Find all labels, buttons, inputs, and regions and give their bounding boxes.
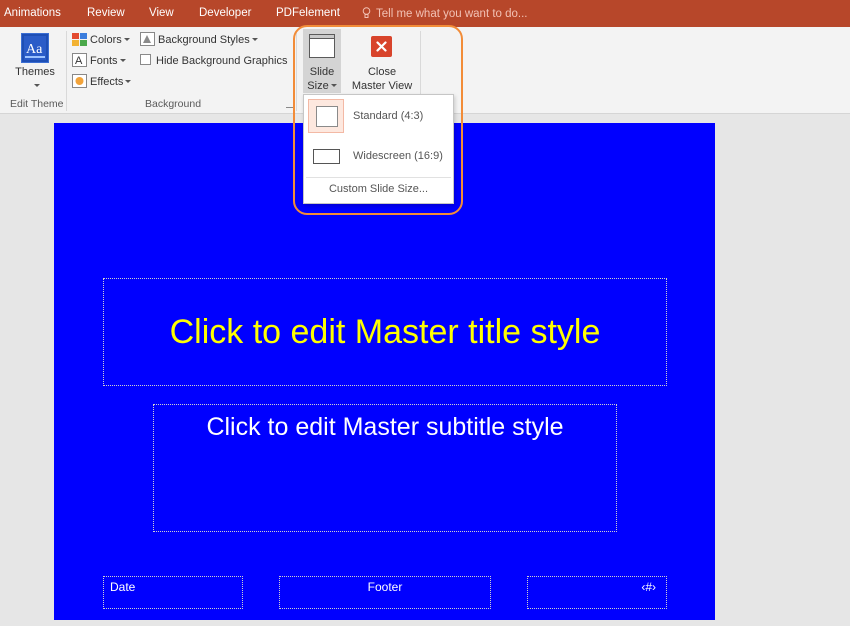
footer-placeholder-text: Footer <box>367 580 403 594</box>
tab-pdfelement[interactable]: PDFelement <box>276 7 340 19</box>
slide-size-dropdown-menu: Standard (4:3) Widescreen (16:9) Custom … <box>303 94 454 204</box>
fonts-icon: A <box>72 53 87 67</box>
slide-size-button[interactable]: Slide Size <box>303 29 341 93</box>
hide-background-graphics-label: Hide Background Graphics <box>156 55 288 67</box>
colors-label: Colors <box>90 34 122 46</box>
close-master-label-line1: Close <box>367 66 397 78</box>
chevron-down-icon <box>125 80 132 83</box>
lightbulb-icon <box>362 7 371 18</box>
svg-text:Aa: Aa <box>26 42 43 57</box>
background-styles-button[interactable]: Background Styles <box>140 32 258 48</box>
title-placeholder[interactable]: Click to edit Master title style <box>103 278 667 386</box>
title-placeholder-text: Click to edit Master title style <box>169 313 601 351</box>
themes-label: Themes <box>15 66 55 78</box>
colors-icon <box>72 33 87 46</box>
edit-theme-group-label: Edit Theme <box>10 98 64 110</box>
group-separator <box>296 31 297 111</box>
menu-separator <box>306 177 451 178</box>
subtitle-placeholder-text: Click to edit Master subtitle style <box>206 413 564 441</box>
themes-chevron-down-icon <box>34 84 40 87</box>
dialog-launcher-icon[interactable] <box>286 100 294 108</box>
close-master-view-button[interactable]: Close Master View <box>346 29 418 93</box>
date-placeholder-text: Date <box>110 580 136 594</box>
widescreen-label: Widescreen (16:9) <box>353 150 443 162</box>
hide-background-graphics-checkbox[interactable]: Hide Background Graphics <box>140 53 287 69</box>
standard-slide-icon <box>308 99 344 133</box>
slide-size-label-text: Size <box>307 80 329 92</box>
themes-button[interactable]: Aa Themes <box>6 29 64 93</box>
tell-me-text: Tell me what you want to do... <box>376 8 528 20</box>
effects-icon <box>72 74 87 88</box>
colors-button[interactable]: Colors <box>72 32 130 48</box>
svg-text:A: A <box>75 55 83 67</box>
fonts-button[interactable]: A Fonts <box>72 53 126 69</box>
tab-animations[interactable]: Animations <box>4 7 61 19</box>
chevron-down-icon <box>119 59 126 62</box>
slide-size-label-line2: Size <box>303 80 341 92</box>
ribbon-tab-bar: Animations Review View Developer PDFelem… <box>0 0 850 27</box>
slide-size-icon <box>309 34 335 58</box>
slide-number-placeholder[interactable]: ‹#› <box>527 576 667 609</box>
fonts-label: Fonts <box>90 55 118 67</box>
custom-slide-size-label: Custom Slide Size... <box>328 183 429 195</box>
close-master-label-line2: Master View <box>351 80 413 92</box>
chevron-down-icon <box>330 84 337 87</box>
slide-size-label-line1: Slide <box>309 66 335 78</box>
slide-number-placeholder-text: ‹#› <box>641 580 656 594</box>
tab-view[interactable]: View <box>149 7 174 19</box>
chevron-down-icon <box>251 38 258 41</box>
tell-me-search[interactable]: Tell me what you want to do... <box>362 7 528 20</box>
checkbox-icon[interactable] <box>140 54 151 65</box>
group-separator <box>66 31 67 111</box>
chevron-down-icon <box>123 38 130 41</box>
effects-button[interactable]: Effects <box>72 74 132 90</box>
background-group-label: Background <box>145 98 202 110</box>
background-styles-icon <box>140 32 155 46</box>
effects-label: Effects <box>90 76 124 88</box>
tab-review[interactable]: Review <box>87 7 125 19</box>
background-styles-label: Background Styles <box>158 34 250 46</box>
menu-item-custom-slide-size[interactable]: Custom Slide Size... <box>304 179 453 201</box>
themes-icon: Aa <box>21 33 49 63</box>
tab-developer[interactable]: Developer <box>199 7 251 19</box>
menu-item-standard[interactable]: Standard (4:3) <box>304 97 453 135</box>
menu-item-widescreen[interactable]: Widescreen (16:9) <box>304 137 453 175</box>
standard-label: Standard (4:3) <box>353 110 424 122</box>
footer-placeholder[interactable]: Footer <box>279 576 491 609</box>
widescreen-slide-icon <box>313 149 340 164</box>
date-placeholder[interactable]: Date <box>103 576 243 609</box>
close-icon <box>371 36 392 57</box>
subtitle-placeholder[interactable]: Click to edit Master subtitle style <box>153 404 617 532</box>
